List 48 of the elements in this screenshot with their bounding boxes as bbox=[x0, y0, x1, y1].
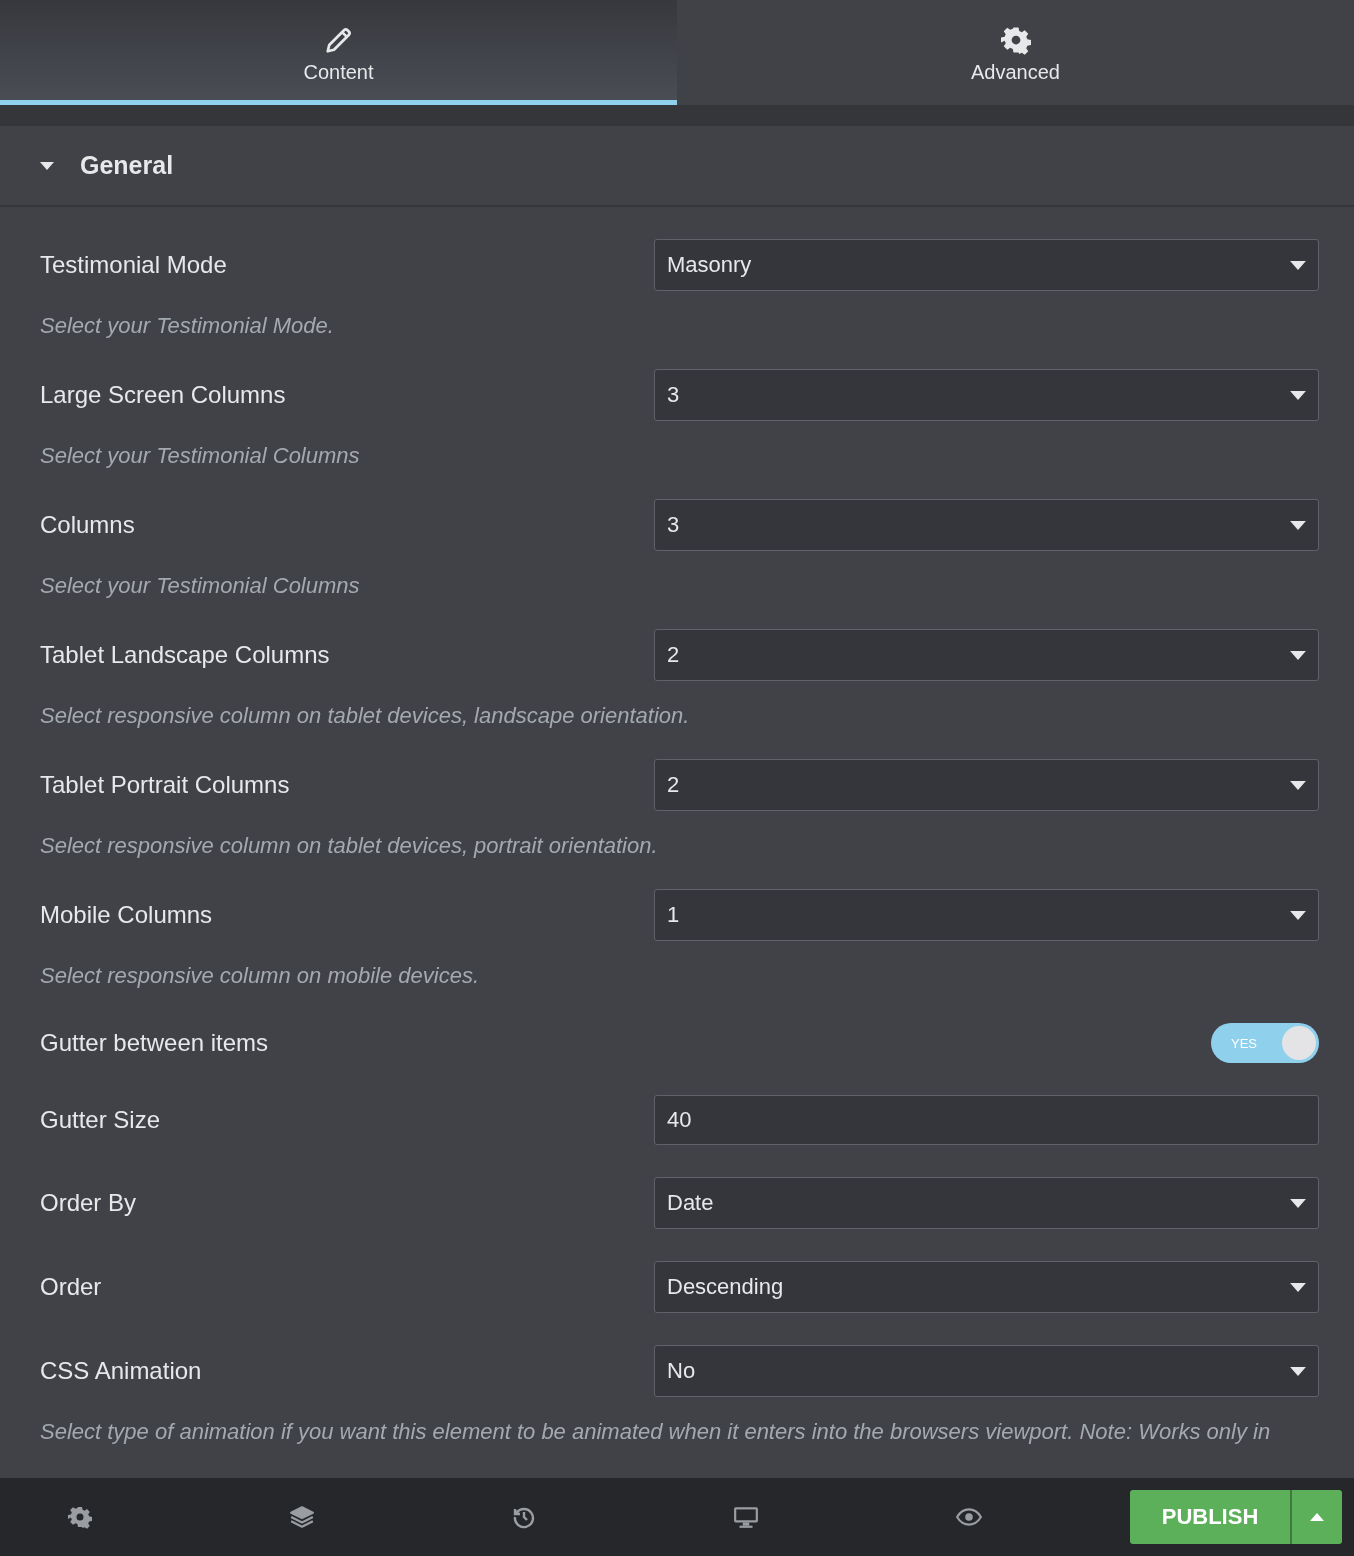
field-description: Select type of animation if you want this element to be animated when it enters into the browsers viewport. Note: Works only in bbox=[40, 1421, 1272, 1443]
field-label: Gutter Size bbox=[40, 1106, 161, 1134]
desktop-icon[interactable] bbox=[732, 1504, 759, 1530]
field-label: CSS Animation bbox=[40, 1357, 202, 1385]
field-description: Select your Testimonial Columns bbox=[40, 575, 361, 597]
field-description: Select responsive column on mobile devices. bbox=[40, 965, 480, 987]
history-icon[interactable] bbox=[512, 1505, 536, 1529]
select-dropdown[interactable]: 3 bbox=[654, 369, 1319, 421]
settings-icon[interactable] bbox=[68, 1505, 93, 1529]
caret-icon bbox=[1290, 260, 1306, 270]
caret-icon bbox=[1290, 650, 1306, 660]
caret-icon bbox=[1290, 910, 1306, 920]
select-dropdown[interactable]: 3 bbox=[654, 499, 1319, 551]
select-dropdown[interactable]: Date bbox=[654, 1177, 1319, 1229]
layers-icon[interactable] bbox=[289, 1504, 316, 1530]
field-label: Testimonial Mode bbox=[40, 251, 227, 279]
caret-icon bbox=[1290, 390, 1306, 400]
caret-icon bbox=[40, 161, 54, 170]
field-label: Columns bbox=[40, 511, 135, 539]
caret-icon bbox=[1310, 1513, 1324, 1521]
select-dropdown[interactable]: 2 bbox=[654, 759, 1319, 811]
caret-icon bbox=[1290, 780, 1306, 790]
pencil-icon bbox=[323, 25, 354, 55]
select-dropdown[interactable]: 2 bbox=[654, 629, 1319, 681]
section-header[interactable]: General bbox=[0, 126, 1354, 207]
select-dropdown[interactable]: 1 bbox=[654, 889, 1319, 941]
publish-options-button[interactable] bbox=[1290, 1490, 1342, 1544]
caret-icon bbox=[1290, 520, 1306, 530]
field-description: Select your Testimonial Columns bbox=[40, 445, 361, 467]
select-dropdown[interactable]: No bbox=[654, 1345, 1319, 1397]
field-label: Large Screen Columns bbox=[40, 381, 286, 409]
panel-tab[interactable]: Content bbox=[0, 0, 677, 105]
caret-icon bbox=[1290, 1198, 1306, 1208]
field-label: Tablet Landscape Columns bbox=[40, 641, 330, 669]
field-label: Gutter between items bbox=[40, 1029, 269, 1057]
field-label: Tablet Portrait Columns bbox=[40, 771, 290, 799]
gear-icon bbox=[1000, 25, 1031, 55]
field-description: Select responsive column on tablet devices, landscape orientation. bbox=[40, 705, 691, 727]
field-label: Order bbox=[40, 1273, 102, 1301]
caret-icon bbox=[1290, 1282, 1306, 1292]
select-dropdown[interactable]: Descending bbox=[654, 1261, 1319, 1313]
field-description: Select responsive column on tablet devices, portrait orientation. bbox=[40, 835, 659, 857]
field-label: Order By bbox=[40, 1189, 137, 1217]
input-field[interactable]: 40 bbox=[654, 1095, 1319, 1145]
field-description: Select your Testimonial Mode. bbox=[40, 315, 335, 337]
field-label: Mobile Columns bbox=[40, 901, 213, 929]
caret-icon bbox=[1290, 1366, 1306, 1376]
select-dropdown[interactable]: Masonry bbox=[654, 239, 1319, 291]
